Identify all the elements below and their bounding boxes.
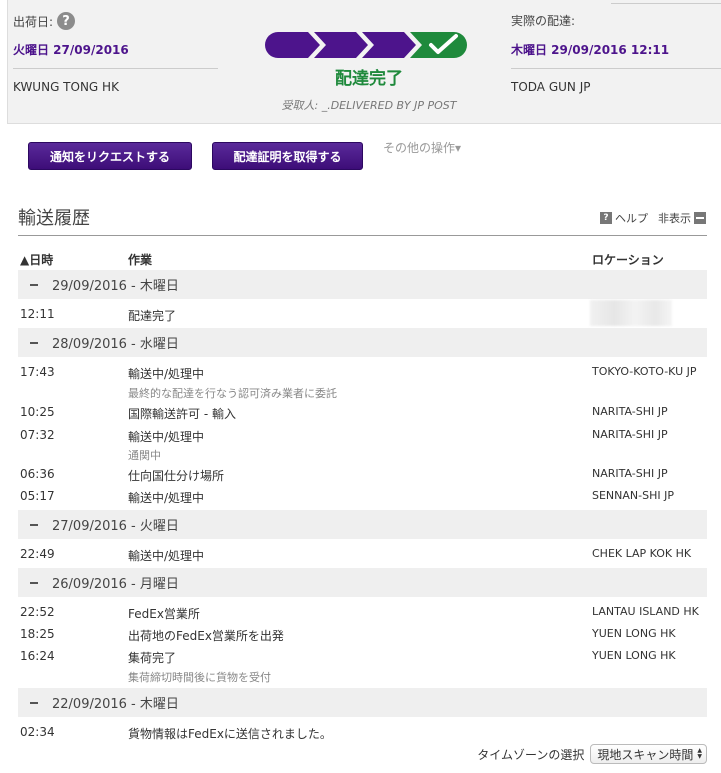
progress-step-4	[410, 32, 467, 58]
event-activity: 集荷完了	[128, 651, 177, 665]
day-group-header[interactable]: 28/09/2016 - 水曜日	[18, 328, 707, 357]
column-header-activity: 作業	[128, 253, 153, 267]
history-title: 輸送履歴	[18, 208, 90, 229]
day-label: 27/09/2016 - 火曜日	[52, 519, 179, 534]
event-location: LANTAU ISLAND HK	[592, 605, 699, 618]
select-arrows-icon: ▲ ▼	[697, 747, 702, 760]
event-detail: 通関中	[128, 449, 161, 462]
ship-date-label: 出荷日:	[13, 14, 54, 29]
recipient-info: 受取人: _.DELIVERED BY JP POST	[281, 99, 457, 112]
event-location: NARITA-SHI JP	[592, 467, 668, 480]
event-time: 22:49	[20, 547, 55, 561]
help-icon[interactable]: ?	[57, 12, 76, 30]
event-time: 10:25	[20, 405, 55, 419]
hide-link[interactable]: 非表示	[658, 210, 691, 226]
help-link[interactable]: ヘルプ	[615, 210, 648, 226]
help-icon[interactable]: ?	[600, 212, 612, 224]
timezone-selected-value: 現地スキャン時間	[597, 747, 694, 762]
event-activity: 輸送中/処理中	[128, 549, 205, 563]
event-location: TOKYO-KOTO-KU JP	[592, 365, 697, 378]
divider	[511, 68, 721, 69]
shipment-summary-panel: 出荷日: ? 火曜日 27/09/2016 KWUNG TONG HK 実際の配…	[7, 0, 721, 124]
redacted-location	[590, 300, 672, 326]
event-activity: 国際輸送許可 - 輸入	[128, 407, 236, 421]
event-activity: FedEx営業所	[128, 607, 200, 621]
column-header-date[interactable]: ▲日時	[20, 251, 53, 268]
day-label: 26/09/2016 - 月曜日	[52, 577, 179, 592]
column-header-location: ロケーション	[592, 253, 664, 267]
heading-divider	[18, 235, 707, 236]
progress-step-2	[314, 32, 368, 58]
event-location: CHEK LAP KOK HK	[592, 547, 692, 560]
event-time: 06:36	[20, 467, 55, 481]
event-time: 18:25	[20, 627, 55, 641]
event-time: 12:11	[20, 307, 55, 321]
collapse-icon[interactable]	[30, 523, 38, 526]
ship-date: 火曜日 27/09/2016	[13, 43, 129, 57]
proof-of-delivery-button[interactable]: 配達証明を取得する	[212, 142, 363, 170]
day-group-header[interactable]: 22/09/2016 - 木曜日	[18, 688, 707, 717]
event-activity: 輸送中/処理中	[128, 430, 205, 444]
event-detail: 最終的な配達を行なう認可済み業者に委託	[128, 387, 337, 400]
event-time: 05:17	[20, 489, 55, 503]
day-label: 28/09/2016 - 水曜日	[52, 337, 179, 352]
timezone-select[interactable]: 現地スキャン時間 ▲ ▼	[590, 744, 707, 764]
collapse-icon[interactable]	[30, 701, 38, 704]
event-activity: 仕向国仕分け場所	[128, 469, 225, 483]
event-activity: 出荷地のFedEx営業所を出発	[128, 629, 284, 643]
day-group-header[interactable]: 29/09/2016 - 木曜日	[18, 270, 707, 299]
timezone-selector: タイムゾーンの選択 現地スキャン時間 ▲ ▼	[477, 744, 707, 764]
event-location: NARITA-SHI JP	[592, 428, 668, 441]
history-controls: ? ヘルプ 非表示	[600, 210, 706, 226]
event-location: SENNAN-SHI JP	[592, 489, 674, 502]
day-label: 22/09/2016 - 木曜日	[52, 697, 179, 712]
delivery-date: 木曜日 29/09/2016 12:11	[511, 43, 670, 57]
event-time: 17:43	[20, 365, 55, 379]
event-location: YUEN LONG HK	[592, 649, 676, 662]
collapse-icon[interactable]	[30, 581, 38, 584]
progress-step-3	[362, 32, 416, 58]
event-location: NARITA-SHI JP	[592, 405, 668, 418]
origin-location: KWUNG TONG HK	[13, 80, 119, 94]
timezone-label: タイムゾーンの選択	[477, 747, 585, 762]
event-activity: 貨物情報はFedExに送信されました。	[128, 727, 332, 741]
event-time: 16:24	[20, 649, 55, 663]
destination-location: TODA GUN JP	[511, 80, 591, 94]
more-actions-link[interactable]: その他の操作▾	[383, 139, 461, 156]
day-group-header[interactable]: 26/09/2016 - 月曜日	[18, 568, 707, 597]
day-group-header[interactable]: 27/09/2016 - 火曜日	[18, 510, 707, 539]
collapse-icon[interactable]	[30, 283, 38, 286]
event-activity: 配達完了	[128, 309, 177, 323]
event-location: YUEN LONG HK	[592, 627, 676, 640]
collapse-icon[interactable]	[694, 212, 706, 224]
event-activity: 輸送中/処理中	[128, 491, 205, 505]
actual-delivery-label: 実際の配達:	[511, 14, 576, 28]
event-time: 22:52	[20, 605, 55, 619]
request-notification-button[interactable]: 通知をリクエストする	[28, 142, 192, 170]
collapse-icon[interactable]	[30, 341, 38, 344]
divider	[13, 68, 218, 69]
event-detail: 集荷締切時間後に貨物を受付	[128, 671, 271, 684]
day-label: 29/09/2016 - 木曜日	[52, 279, 179, 294]
progress-step-1	[265, 32, 320, 58]
event-activity: 輸送中/処理中	[128, 367, 205, 381]
delivery-status: 配達完了	[335, 69, 403, 89]
event-time: 07:32	[20, 428, 55, 442]
top-divider	[611, 0, 721, 4]
progress-arrows	[265, 32, 467, 58]
event-time: 02:34	[20, 725, 55, 739]
